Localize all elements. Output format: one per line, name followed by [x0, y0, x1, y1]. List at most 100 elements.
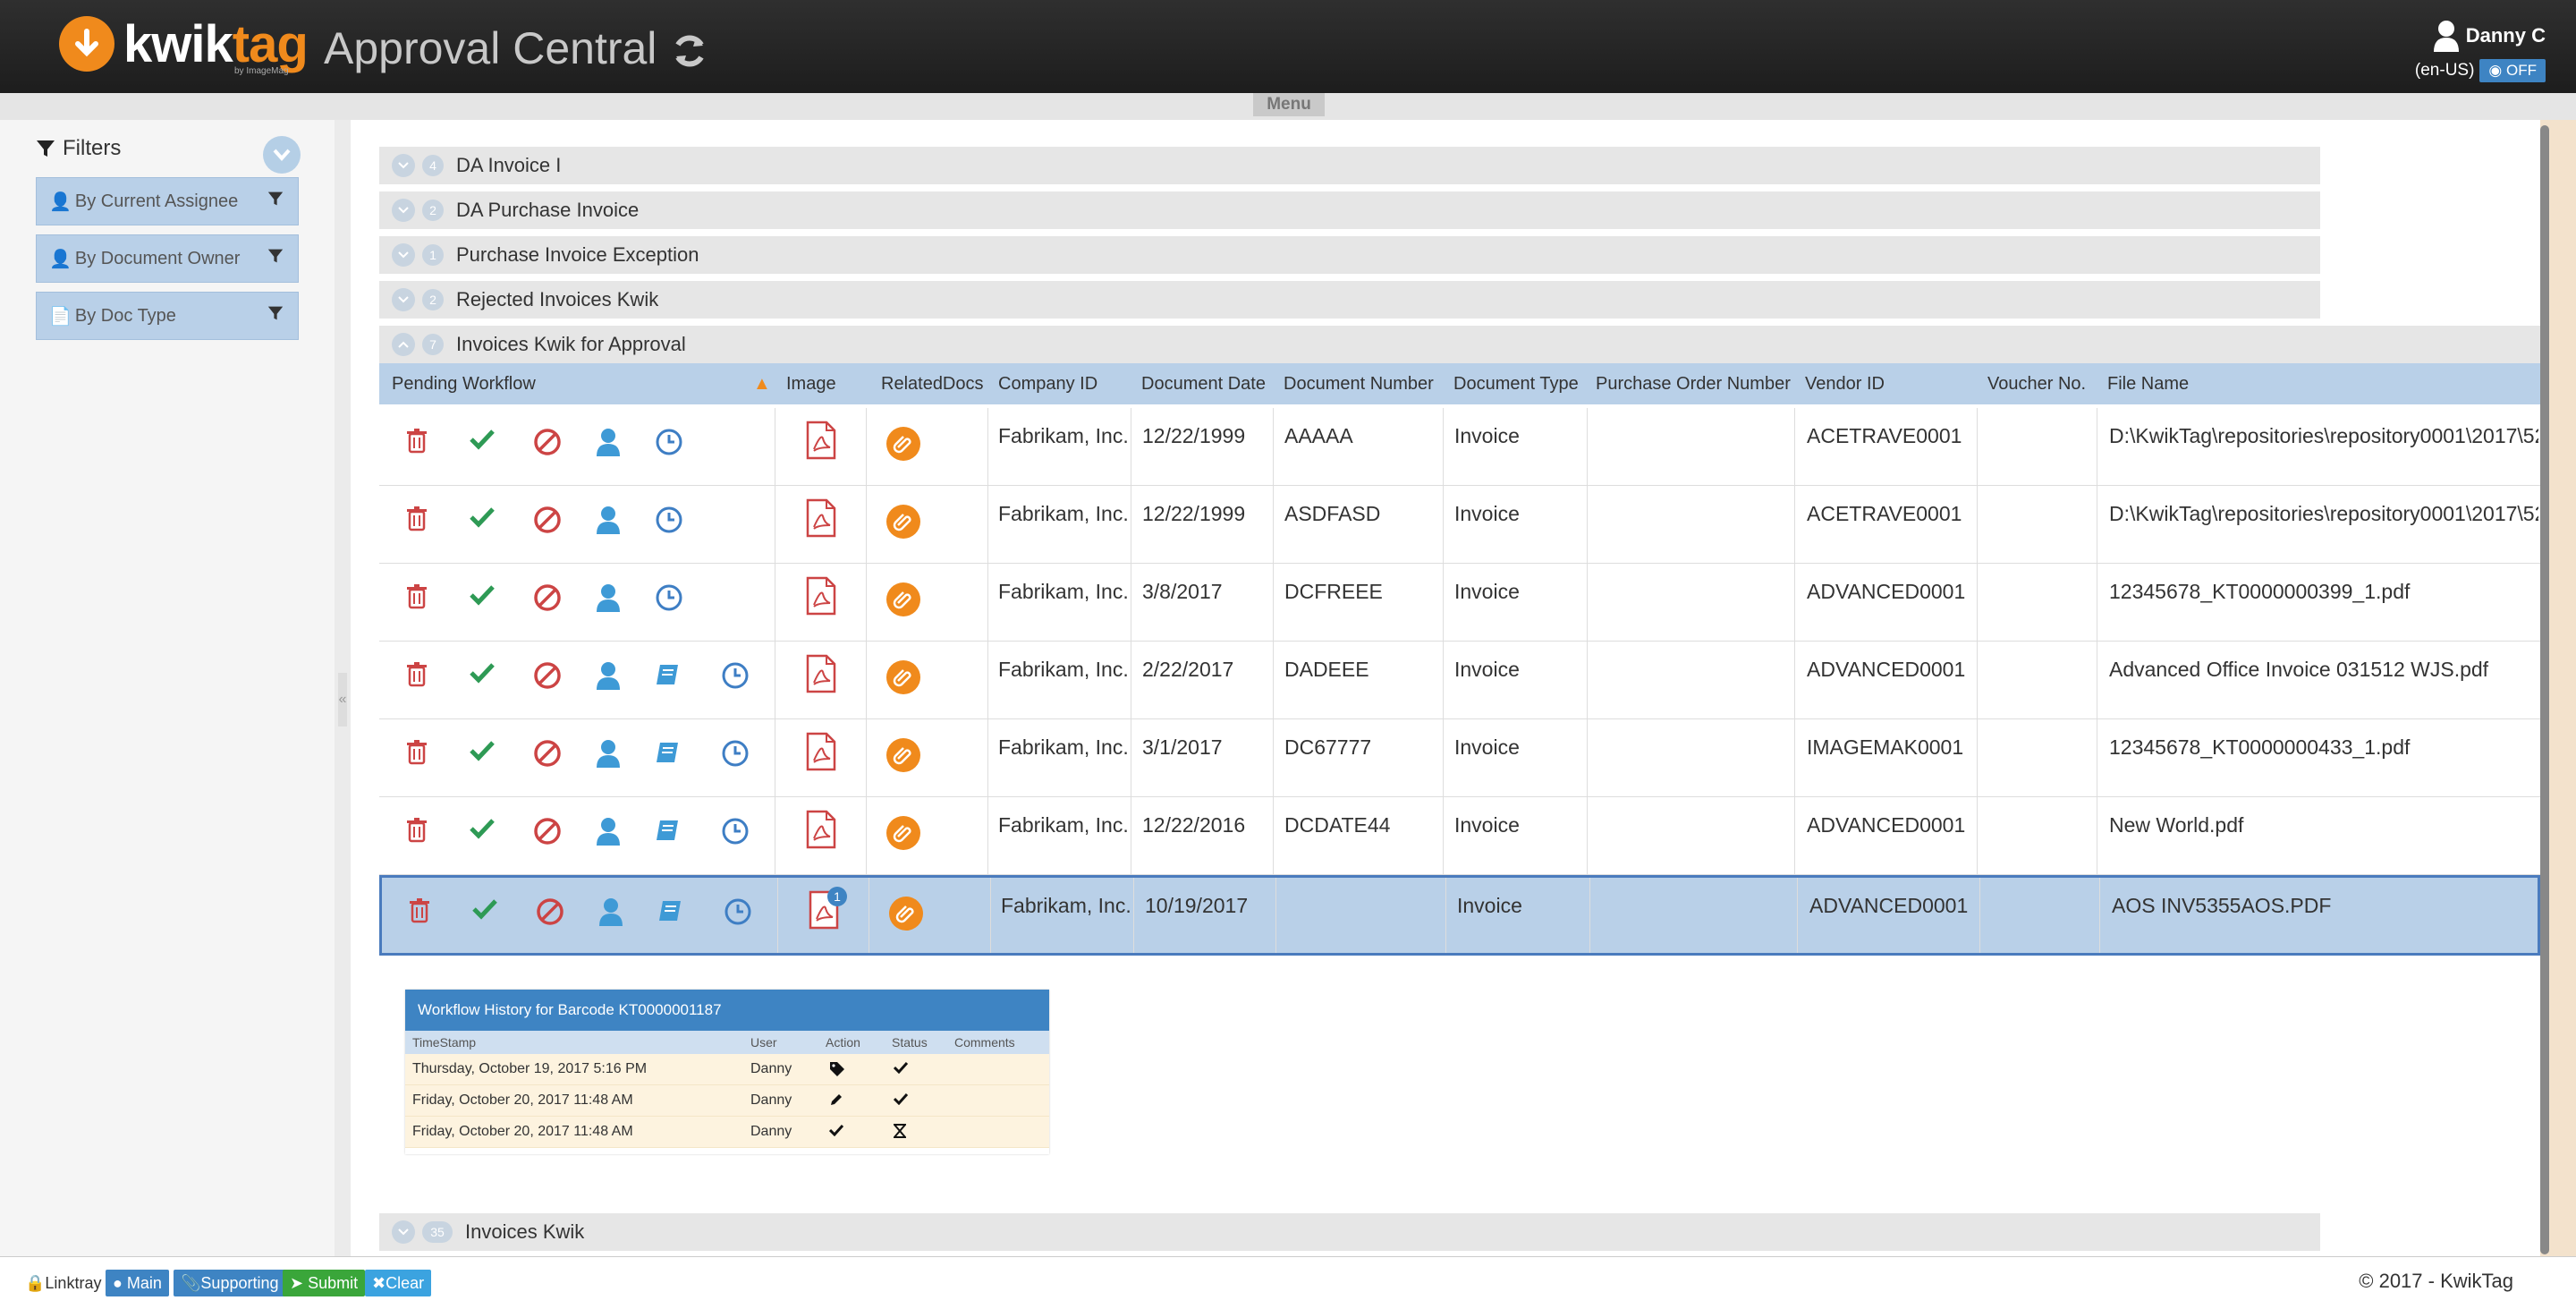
- column-file-name[interactable]: File Name: [2107, 363, 2189, 404]
- history-clock-icon[interactable]: [721, 739, 750, 772]
- delete-trash-icon[interactable]: [404, 506, 429, 537]
- table-row[interactable]: Fabrikam, Inc. 3/8/2017 DCFREEE Invoice ADVA…: [379, 564, 2540, 642]
- collapse-left-icon[interactable]: «: [338, 673, 347, 727]
- approve-check-icon[interactable]: [469, 739, 496, 767]
- column-purchase-order-number[interactable]: Purchase Order Number: [1596, 363, 1791, 404]
- reject-icon[interactable]: [533, 428, 562, 461]
- related-docs-icon[interactable]: [886, 426, 921, 466]
- delete-trash-icon[interactable]: [404, 583, 429, 615]
- linktray-button[interactable]: 🔒Linktray: [18, 1270, 108, 1296]
- table-row[interactable]: Fabrikam, Inc. 12/22/1999 ASDFASD Invoice AC…: [379, 486, 2540, 564]
- related-docs-icon[interactable]: [886, 659, 921, 700]
- column-company-id[interactable]: Company ID: [998, 363, 1097, 404]
- funnel-icon[interactable]: [267, 248, 284, 264]
- reassign-user-icon[interactable]: [596, 661, 621, 694]
- pdf-icon[interactable]: [805, 732, 837, 776]
- pdf-icon[interactable]: [805, 810, 837, 854]
- funnel-icon[interactable]: [267, 191, 284, 207]
- approve-check-icon[interactable]: [469, 583, 496, 611]
- funnel-icon[interactable]: [267, 305, 284, 321]
- delete-trash-icon[interactable]: [404, 739, 429, 770]
- chevron-down-icon[interactable]: [392, 243, 415, 267]
- reject-icon[interactable]: [533, 583, 562, 616]
- approve-check-icon[interactable]: [471, 897, 498, 925]
- approve-check-icon[interactable]: [469, 661, 496, 689]
- column-pending-workflow[interactable]: Pending Workflow: [392, 363, 536, 404]
- chevron-down-icon[interactable]: [392, 288, 415, 311]
- sort-asc-icon[interactable]: ▲: [753, 363, 771, 404]
- pdf-icon[interactable]: [805, 498, 837, 542]
- group-rejected-invoices-kwik[interactable]: 2 Rejected Invoices Kwik: [379, 281, 2320, 319]
- refresh-icon[interactable]: [669, 30, 710, 72]
- history-clock-icon[interactable]: [655, 428, 683, 461]
- table-row[interactable]: Fabrikam, Inc. 2/22/2017 DADEEE Invoice ADVA…: [379, 642, 2540, 719]
- filter-by-doc-type[interactable]: 📄 By Doc Type: [36, 292, 299, 340]
- delete-trash-icon[interactable]: [404, 817, 429, 848]
- reassign-user-icon[interactable]: [596, 817, 621, 850]
- column-document-type[interactable]: Document Type: [1453, 363, 1579, 404]
- pdf-icon[interactable]: 1: [808, 887, 847, 934]
- pdf-icon[interactable]: [805, 576, 837, 620]
- delete-trash-icon[interactable]: [404, 661, 429, 693]
- approve-check-icon[interactable]: [469, 817, 496, 845]
- reassign-user-icon[interactable]: [596, 506, 621, 539]
- history-clock-icon[interactable]: [721, 661, 750, 694]
- column-document-number[interactable]: Document Number: [1284, 363, 1434, 404]
- sidebar-splitter[interactable]: «: [335, 120, 351, 1256]
- notes-book-icon[interactable]: [655, 661, 682, 693]
- group-invoices-kwik-for-approval[interactable]: 7 Invoices Kwik for Approval: [379, 326, 2540, 363]
- table-row[interactable]: Fabrikam, Inc. 12/22/2016 DCDATE44 Invoice A…: [379, 797, 2540, 875]
- filter-by-current-assignee[interactable]: 👤 By Current Assignee: [36, 177, 299, 225]
- filter-by-document-owner[interactable]: 👤 By Document Owner: [36, 234, 299, 283]
- reassign-user-icon[interactable]: [598, 897, 623, 931]
- related-docs-icon[interactable]: [886, 815, 921, 855]
- pdf-icon[interactable]: [805, 421, 837, 464]
- vertical-scrollbar[interactable]: [2540, 125, 2549, 1254]
- column-voucher-no[interactable]: Voucher No.: [1987, 363, 2086, 404]
- group-da-invoice-i[interactable]: 4 DA Invoice I: [379, 147, 2320, 184]
- column-vendor-id[interactable]: Vendor ID: [1805, 363, 1885, 404]
- reject-icon[interactable]: [536, 897, 564, 931]
- user-name-row[interactable]: Danny C: [2415, 20, 2546, 52]
- toggle-off-button[interactable]: ◉ OFF: [2479, 59, 2546, 82]
- reject-icon[interactable]: [533, 817, 562, 850]
- pdf-icon[interactable]: [805, 654, 837, 698]
- supporting-button[interactable]: 📎Supporting: [174, 1270, 286, 1296]
- related-docs-icon[interactable]: [886, 504, 921, 544]
- notes-book-icon[interactable]: [655, 739, 682, 770]
- reassign-user-icon[interactable]: [596, 428, 621, 461]
- clear-button[interactable]: ✖Clear: [365, 1270, 432, 1296]
- filters-collapse-button[interactable]: [263, 136, 301, 174]
- approve-check-icon[interactable]: [469, 428, 496, 455]
- user-panel[interactable]: Danny C (en-US) ◉ OFF: [2415, 20, 2546, 82]
- group-invoices-kwik[interactable]: 35 Invoices Kwik: [379, 1213, 2320, 1251]
- reject-icon[interactable]: [533, 661, 562, 694]
- history-clock-icon[interactable]: [721, 817, 750, 850]
- group-da-purchase-invoice[interactable]: 2 DA Purchase Invoice: [379, 191, 2320, 229]
- reassign-user-icon[interactable]: [596, 583, 621, 616]
- column-document-date[interactable]: Document Date: [1141, 363, 1266, 404]
- approve-check-icon[interactable]: [469, 506, 496, 533]
- table-row[interactable]: 1 Fabrikam, Inc. 10/19/2017 Invoice ADVANCED…: [379, 875, 2540, 956]
- reassign-user-icon[interactable]: [596, 739, 621, 772]
- related-docs-icon[interactable]: [886, 737, 921, 778]
- group-purchase-invoice-exception[interactable]: 1 Purchase Invoice Exception: [379, 236, 2320, 274]
- reject-icon[interactable]: [533, 739, 562, 772]
- column-image[interactable]: Image: [786, 363, 836, 404]
- related-docs-icon[interactable]: [888, 896, 924, 936]
- related-docs-icon[interactable]: [886, 582, 921, 622]
- history-clock-icon[interactable]: [655, 506, 683, 539]
- chevron-down-icon[interactable]: [392, 154, 415, 177]
- reject-icon[interactable]: [533, 506, 562, 539]
- delete-trash-icon[interactable]: [407, 897, 432, 929]
- column-related-docs[interactable]: RelatedDocs: [881, 363, 984, 404]
- menu-button[interactable]: Menu: [1253, 93, 1325, 116]
- table-row[interactable]: Fabrikam, Inc. 3/1/2017 DC67777 Invoice IMAG…: [379, 719, 2540, 797]
- history-clock-icon[interactable]: [655, 583, 683, 616]
- chevron-down-icon[interactable]: [392, 1220, 415, 1244]
- chevron-down-icon[interactable]: [392, 199, 415, 222]
- table-row[interactable]: Fabrikam, Inc. 12/22/1999 AAAAA Invoice ACET…: [379, 408, 2540, 486]
- submit-button[interactable]: ➤ Submit: [283, 1270, 366, 1296]
- history-clock-icon[interactable]: [724, 897, 752, 931]
- chevron-up-icon[interactable]: [392, 333, 415, 356]
